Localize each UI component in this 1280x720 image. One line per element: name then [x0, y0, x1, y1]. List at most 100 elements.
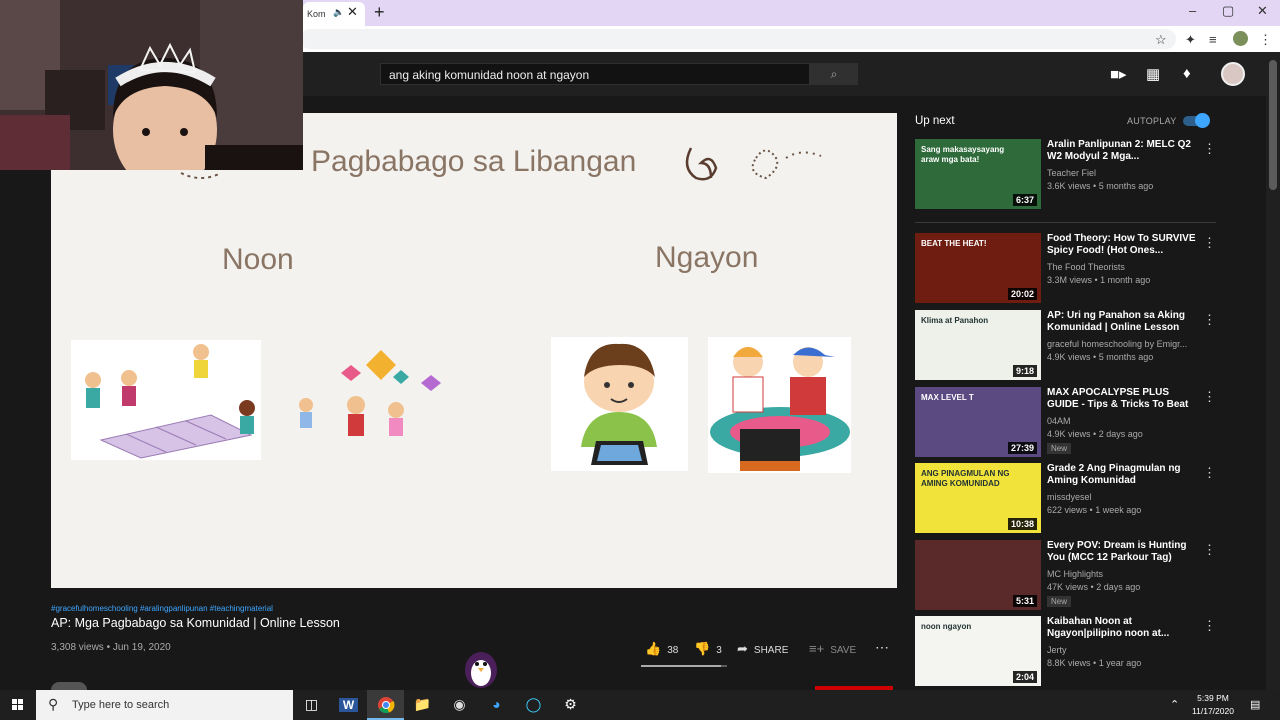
taskbar-search-input[interactable]: ⚲ Type here to search [36, 690, 293, 720]
recommendation-channel[interactable]: missdyesel [1047, 492, 1197, 502]
browser-profile-avatar[interactable] [1233, 31, 1248, 46]
up-next-divider [915, 222, 1216, 223]
recommendation-channel[interactable]: Teacher Fiel [1047, 168, 1197, 178]
scrollbar-thumb[interactable] [1269, 60, 1277, 190]
obs-icon[interactable]: ◉ [441, 690, 478, 720]
autoplay-toggle-knob[interactable] [1195, 113, 1210, 128]
bookmark-star-icon[interactable]: ☆ [1155, 32, 1167, 48]
recommendation-thumbnail[interactable]: BEAT THE HEAT! 20:02 [915, 233, 1041, 303]
edge-icon[interactable]: ◕ [478, 690, 515, 720]
recommendation-item[interactable]: BEAT THE HEAT! 20:02 Food Theory: How To S… [915, 233, 1216, 305]
video-game-kids-illustration [708, 337, 851, 473]
recommendation-item[interactable]: ANG PINAGMULAN NG AMING KOMUNIDAD 10:38 Gr… [915, 463, 1216, 535]
start-button[interactable] [0, 690, 36, 720]
more-options-icon[interactable]: ⋮ [1203, 618, 1216, 634]
video-duration: 10:38 [1007, 518, 1037, 530]
recommendation-thumbnail[interactable]: Klima at Panahon 9:18 [915, 310, 1041, 380]
share-button[interactable]: ➦ SHARE [737, 641, 788, 657]
tray-overflow-icon[interactable]: ⌃ [1170, 698, 1179, 711]
recommendation-title[interactable]: Aralin Panlipunan 2: MELC Q2 W2 Modyul 2… [1047, 139, 1197, 163]
new-tab-button[interactable]: + [374, 2, 385, 23]
share-label: SHARE [753, 645, 789, 656]
maximize-button[interactable]: ▢ [1222, 3, 1234, 19]
more-options-icon[interactable]: ⋮ [1203, 389, 1216, 405]
up-next-heading: Up next [915, 115, 955, 127]
search-input[interactable]: ang aking komunidad noon at ngayon [380, 63, 810, 85]
account-avatar[interactable] [1221, 62, 1245, 86]
recommendation-item[interactable]: 5:31 Every POV: Dream is Hunting You (MCC… [915, 540, 1216, 612]
recommendation-channel[interactable]: graceful homeschooling by Emigr... [1047, 339, 1197, 349]
save-button[interactable]: ≡+ SAVE [809, 641, 856, 656]
settings-icon[interactable]: ⚙ [552, 690, 589, 720]
recommendation-age: 1 week ago [1095, 505, 1142, 515]
task-view-icon[interactable]: ◫ [293, 690, 330, 720]
recommendation-thumbnail[interactable]: noon ngayon 2:04 [915, 616, 1041, 686]
recommendation-thumbnail[interactable]: 5:31 [915, 540, 1041, 610]
more-options-icon[interactable]: ⋮ [1203, 312, 1216, 328]
recommendation-thumbnail[interactable]: MAX LEVEL T 27:39 [915, 387, 1041, 457]
cortana-icon[interactable]: ◯ [515, 690, 552, 720]
minimize-button[interactable]: – [1189, 3, 1196, 18]
hopscotch-illustration [71, 340, 261, 460]
notifications-icon[interactable]: ♦ [1183, 65, 1191, 82]
recommendation-title[interactable]: Kaibahan Noon at Ngayon|pilipino noon at… [1047, 616, 1197, 640]
search-button[interactable]: ⌕ [810, 63, 858, 85]
playlist-add-icon: ≡+ [809, 641, 825, 656]
meta-separator: • [1092, 275, 1101, 285]
meta-separator: • [1088, 582, 1097, 592]
clock-time: 5:39 PM [1197, 693, 1229, 703]
video-create-icon[interactable]: ■▸ [1110, 65, 1127, 83]
media-control-icon[interactable]: ≡ [1209, 32, 1217, 47]
recommendation-meta: 47K views • 2 days ago [1047, 582, 1197, 592]
recommendation-title[interactable]: Food Theory: How To SURVIVE Spicy Food! … [1047, 233, 1197, 257]
recommendation-meta: 3.6K views • 5 months ago [1047, 181, 1197, 191]
extensions-icon[interactable]: ✦ [1185, 32, 1196, 48]
apps-icon[interactable]: ▦ [1146, 65, 1160, 83]
meta-separator: • [1090, 658, 1099, 668]
video-player[interactable]: Pagbabago sa Libangan Noon Ngayon [51, 113, 897, 588]
recommendation-channel[interactable]: 04AM [1047, 416, 1197, 426]
thumbnail-text: BEAT THE HEAT! [921, 239, 987, 248]
new-badge: New [1047, 596, 1072, 607]
recommendation-thumbnail[interactable]: Sang makasaysayang araw mga bata! 6:37 [915, 139, 1041, 209]
recommendation-channel[interactable]: MC Highlights [1047, 569, 1197, 579]
tab-close-icon[interactable]: ✕ [347, 4, 358, 20]
recommendation-item[interactable]: MAX LEVEL T 27:39 MAX APOCALYPSE PLUS GUID… [915, 387, 1216, 459]
more-options-icon[interactable]: ⋮ [1203, 542, 1216, 558]
page-scrollbar[interactable] [1266, 52, 1280, 690]
recommendation-channel[interactable]: Jerty [1047, 645, 1197, 655]
share-icon: ➦ [737, 641, 748, 656]
video-hashtags[interactable]: #gracefulhomeschooling #aralingpanlipuna… [51, 604, 273, 613]
chrome-icon[interactable] [367, 690, 404, 720]
recommendation-title[interactable]: Every POV: Dream is Hunting You (MCC 12 … [1047, 540, 1197, 564]
dislike-button[interactable]: 👎 3 [694, 641, 722, 657]
file-explorer-icon[interactable]: 📁 [404, 690, 441, 720]
recommendation-thumbnail[interactable]: ANG PINAGMULAN NG AMING KOMUNIDAD 10:38 [915, 463, 1041, 533]
system-clock[interactable]: 5:39 PM 11/17/2020 [1190, 692, 1236, 718]
recommendation-title[interactable]: Grade 2 Ang Pinagmulan ng Aming Komunida… [1047, 463, 1197, 487]
notification-center-icon[interactable]: ▤ [1250, 698, 1260, 711]
new-badge: New [1047, 443, 1072, 454]
thumbnail-text: noon ngayon [921, 622, 972, 631]
more-options-icon[interactable]: ⋮ [1203, 235, 1216, 251]
more-actions-icon[interactable]: ⋯ [875, 639, 889, 656]
channel-avatar[interactable] [51, 682, 87, 690]
clock-date: 11/17/2020 [1192, 706, 1234, 716]
more-options-icon[interactable]: ⋮ [1203, 141, 1216, 157]
recommendation-title[interactable]: AP: Uri ng Panahon sa Aking Komunidad | … [1047, 310, 1197, 334]
word-icon[interactable]: W [330, 690, 367, 720]
like-button[interactable]: 👍 38 [645, 641, 678, 657]
recommendation-item[interactable]: Klima at Panahon 9:18 AP: Uri ng Panahon s… [915, 310, 1216, 382]
address-bar[interactable] [300, 29, 1176, 49]
recommendation-meta: 3.3M views • 1 month ago [1047, 275, 1197, 285]
recommendation-age: 2 days ago [1098, 429, 1143, 439]
kite-flying-illustration [281, 340, 471, 460]
recommendation-item[interactable]: Sang makasaysayang araw mga bata! 6:37 Ara… [915, 139, 1216, 211]
more-options-icon[interactable]: ⋮ [1203, 465, 1216, 481]
browser-menu-icon[interactable]: ⋮ [1259, 32, 1272, 48]
speaker-icon[interactable]: 🔈 [333, 7, 344, 18]
close-window-button[interactable]: ✕ [1257, 3, 1268, 19]
recommendation-item[interactable]: noon ngayon 2:04 Kaibahan Noon at Ngayon|p… [915, 616, 1216, 688]
recommendation-channel[interactable]: The Food Theorists [1047, 262, 1197, 272]
recommendation-title[interactable]: MAX APOCALYPSE PLUS GUIDE - Tips & Trick… [1047, 387, 1197, 411]
